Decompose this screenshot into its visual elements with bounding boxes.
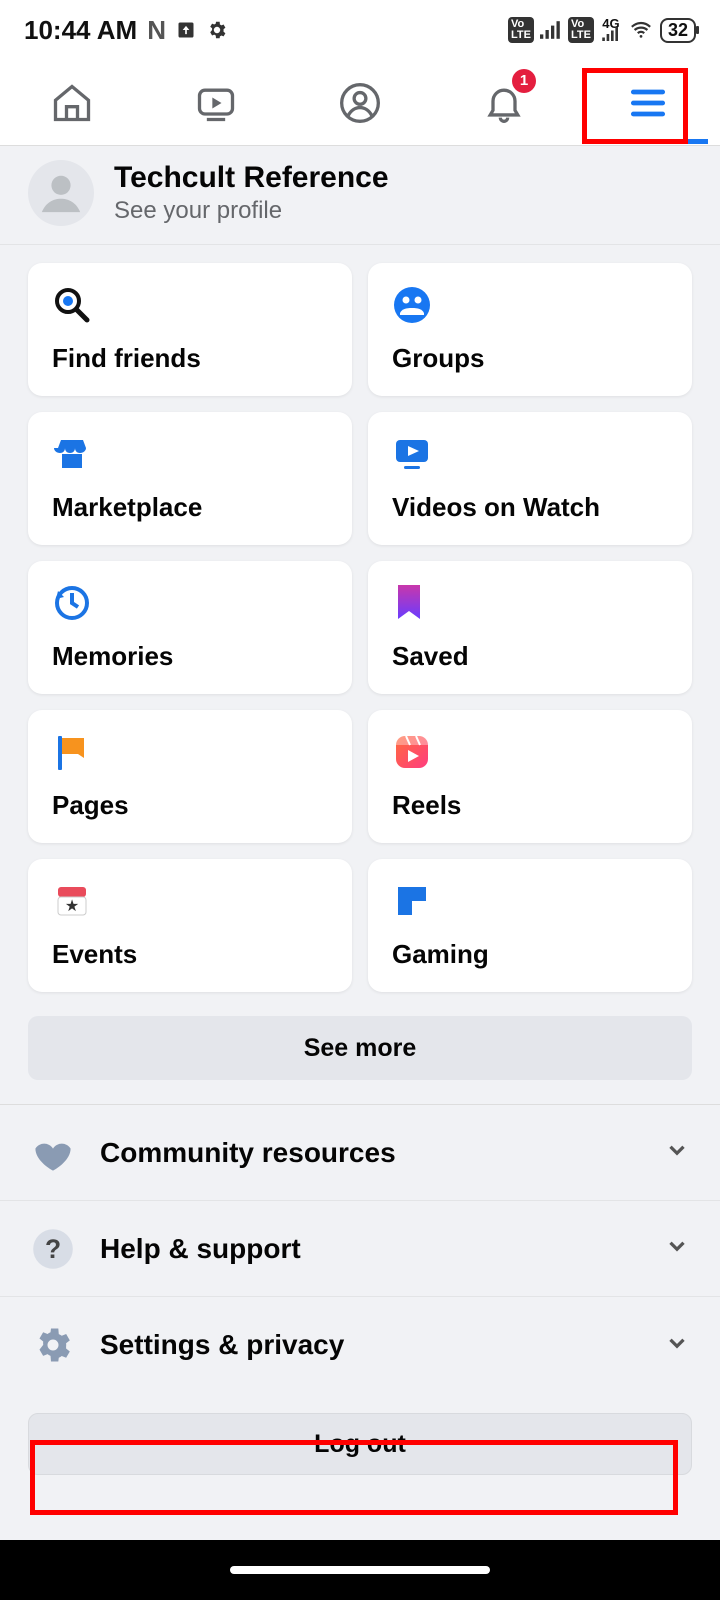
card-label: Videos on Watch — [392, 492, 668, 523]
card-label: Saved — [392, 641, 668, 672]
handshake-icon — [30, 1130, 76, 1176]
see-more-label: See more — [304, 1034, 417, 1063]
avatar-placeholder-icon — [38, 170, 84, 216]
row-label: Settings & privacy — [100, 1329, 640, 1361]
profile-subtitle: See your profile — [114, 197, 389, 225]
watch-icon — [194, 81, 238, 125]
active-tab-underline — [588, 139, 708, 144]
help-icon: ? — [30, 1226, 76, 1272]
row-community-resources[interactable]: Community resources — [0, 1105, 720, 1201]
signal-icon-1 — [540, 20, 562, 40]
pages-icon — [52, 732, 92, 772]
row-label: Community resources — [100, 1137, 640, 1169]
card-label: Events — [52, 939, 328, 970]
top-nav-tabs: 1 — [0, 60, 720, 146]
status-left: 10:44 AM N — [24, 15, 228, 46]
logout-label: Log out — [314, 1430, 406, 1459]
volte-icon-1: VoLTE — [508, 17, 534, 43]
row-label: Help & support — [100, 1233, 640, 1265]
see-more-button[interactable]: See more — [28, 1016, 692, 1080]
tab-profile[interactable] — [300, 63, 420, 143]
card-find-friends[interactable]: Find friends — [28, 263, 352, 396]
card-saved[interactable]: Saved — [368, 561, 692, 694]
profile-icon — [338, 81, 382, 125]
nav-pill[interactable] — [230, 1566, 490, 1574]
notification-badge: 1 — [512, 69, 536, 93]
marketplace-icon — [52, 434, 92, 474]
svg-text:?: ? — [45, 1233, 61, 1263]
signal-4g-stack: 4G — [600, 19, 622, 41]
events-icon: ★ — [52, 881, 92, 921]
tab-notifications[interactable]: 1 — [444, 63, 564, 143]
battery-indicator: 32 — [660, 18, 696, 43]
profile-name: Techcult Reference — [114, 161, 389, 195]
chevron-down-icon — [664, 1330, 690, 1361]
card-label: Groups — [392, 343, 668, 374]
memories-icon — [52, 583, 92, 623]
row-settings-privacy[interactable]: Settings & privacy — [0, 1297, 720, 1393]
gear-icon — [206, 19, 228, 41]
card-pages[interactable]: Pages — [28, 710, 352, 843]
chevron-down-icon — [664, 1233, 690, 1264]
status-bar: 10:44 AM N VoLTE VoLTE 4G 32 — [0, 0, 720, 60]
tab-home[interactable] — [12, 63, 132, 143]
expand-sections: Community resources ? Help & support Set… — [0, 1104, 720, 1393]
shortcuts-grid: Find friends Groups Marketplace Videos o… — [0, 245, 720, 992]
card-label: Marketplace — [52, 492, 328, 523]
menu-body: Techcult Reference See your profile Find… — [0, 146, 720, 1540]
settings-icon — [30, 1322, 76, 1368]
hamburger-icon — [626, 81, 670, 125]
reels-icon — [392, 732, 432, 772]
saved-icon — [392, 583, 432, 623]
card-label: Pages — [52, 790, 328, 821]
svg-text:★: ★ — [65, 898, 79, 915]
watch-video-icon — [392, 434, 432, 474]
logout-button[interactable]: Log out — [28, 1413, 692, 1475]
card-gaming[interactable]: Gaming — [368, 859, 692, 992]
android-nav-bar — [0, 1540, 720, 1600]
card-videos-watch[interactable]: Videos on Watch — [368, 412, 692, 545]
wifi-icon — [628, 19, 654, 41]
card-events[interactable]: ★ Events — [28, 859, 352, 992]
groups-icon — [392, 285, 432, 325]
find-friends-icon — [52, 285, 92, 325]
card-label: Find friends — [52, 343, 328, 374]
card-memories[interactable]: Memories — [28, 561, 352, 694]
profile-row[interactable]: Techcult Reference See your profile — [0, 146, 720, 245]
netflix-icon: N — [147, 15, 166, 46]
gaming-icon — [392, 881, 432, 921]
row-help-support[interactable]: ? Help & support — [0, 1201, 720, 1297]
avatar — [28, 160, 94, 226]
tab-watch[interactable] — [156, 63, 276, 143]
status-right: VoLTE VoLTE 4G 32 — [508, 17, 696, 43]
card-label: Reels — [392, 790, 668, 821]
upload-icon — [176, 20, 196, 40]
tab-menu[interactable] — [588, 63, 708, 143]
volte-icon-2: VoLTE — [568, 17, 594, 43]
card-groups[interactable]: Groups — [368, 263, 692, 396]
card-reels[interactable]: Reels — [368, 710, 692, 843]
home-icon — [50, 81, 94, 125]
status-time: 10:44 AM — [24, 15, 137, 46]
card-label: Memories — [52, 641, 328, 672]
card-marketplace[interactable]: Marketplace — [28, 412, 352, 545]
chevron-down-icon — [664, 1137, 690, 1168]
card-label: Gaming — [392, 939, 668, 970]
profile-text: Techcult Reference See your profile — [114, 161, 389, 225]
